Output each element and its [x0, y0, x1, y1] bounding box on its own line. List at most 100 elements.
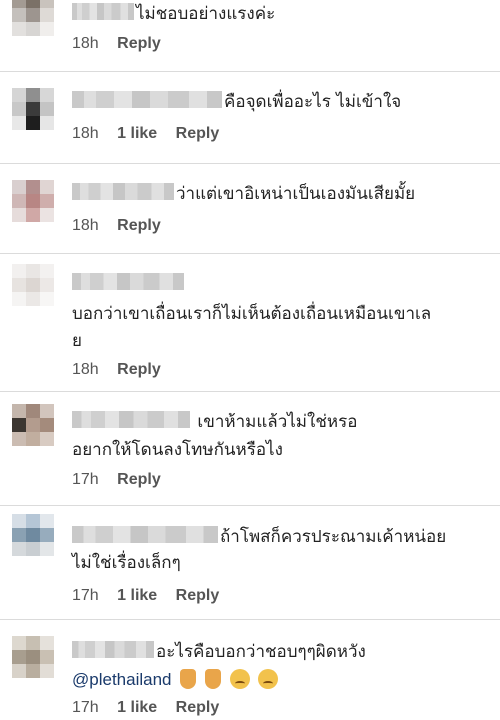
avatar-pixel — [40, 636, 54, 650]
avatar-pixel — [40, 650, 54, 664]
avatar-pixel — [40, 116, 54, 130]
avatar-pixel — [12, 514, 26, 528]
comment-meta: 18h 1 like Reply — [72, 122, 486, 146]
avatar-pixel — [26, 404, 40, 418]
comment-meta: 18h Reply — [72, 32, 486, 56]
comment-text-line: บอกว่าเขาเถื่อนเราก็ไม่เห็นต้องเถื่อนเหม… — [72, 304, 432, 324]
avatar-pixel — [40, 404, 54, 418]
blurred-username[interactable] — [72, 183, 174, 200]
comment-meta: 18h Reply — [72, 214, 486, 238]
avatar-pixel — [26, 116, 40, 130]
avatar-pixel — [26, 8, 40, 22]
blurred-username[interactable] — [72, 641, 154, 658]
comment-text-line: @plethailand — [72, 666, 486, 694]
blurred-username[interactable] — [72, 91, 222, 108]
avatar-pixel — [12, 180, 26, 194]
reply-button[interactable]: Reply — [176, 125, 220, 142]
avatar-pixel — [26, 102, 40, 116]
blurred-username[interactable] — [72, 273, 184, 290]
avatar-pixel — [26, 636, 40, 650]
like-count[interactable]: 1 like — [117, 125, 157, 142]
avatar-pixel — [26, 432, 40, 446]
reply-button[interactable]: Reply — [117, 361, 161, 378]
avatar-pixel — [40, 102, 54, 116]
avatar-pixel — [12, 0, 26, 8]
avatar-pixel — [12, 264, 26, 278]
pouting-face-icon — [229, 669, 250, 689]
like-count[interactable]: 1 like — [117, 699, 157, 716]
comment-text: คือจุดเพื่ออะไร ไม่เข้าใจ — [72, 86, 486, 118]
avatar-pixel — [40, 514, 54, 528]
avatar[interactable] — [12, 180, 54, 222]
avatar-pixel — [26, 194, 40, 208]
comment-time: 17h — [72, 587, 99, 604]
comment-text: ว่าแต่เขาอิเหน่าเป็นเองมันเสียมั้ย — [72, 178, 486, 210]
avatar-pixel — [12, 278, 26, 292]
avatar[interactable] — [12, 514, 54, 556]
avatar-pixel — [12, 542, 26, 556]
avatar[interactable] — [12, 404, 54, 446]
comment-text-line: ถ้าโพสก็ควรประณามเค้าหน่อย — [72, 524, 486, 550]
reply-button[interactable]: Reply — [176, 699, 220, 716]
comment-2: คือจุดเพื่ออะไร ไม่เข้าใจ 18h 1 like Rep… — [0, 72, 500, 164]
avatar-pixel — [12, 650, 26, 664]
reply-button[interactable]: Reply — [117, 217, 161, 234]
like-count[interactable]: 1 like — [117, 587, 157, 604]
comment-time: 18h — [72, 125, 99, 142]
avatar-pixel — [40, 264, 54, 278]
comment-text: ไม่ชอบอย่างแรงค่ะ — [72, 0, 486, 30]
avatar[interactable] — [12, 88, 54, 130]
avatar-pixel — [26, 418, 40, 432]
avatar-pixel — [40, 418, 54, 432]
blurred-username[interactable] — [72, 411, 190, 428]
avatar-pixel — [40, 528, 54, 542]
avatar-pixel — [40, 278, 54, 292]
comment-time: 17h — [72, 699, 99, 716]
reply-button[interactable]: Reply — [176, 587, 220, 604]
avatar-pixel — [12, 404, 26, 418]
avatar-pixel — [40, 292, 54, 306]
avatar[interactable] — [12, 0, 54, 36]
comment-time: 18h — [72, 361, 99, 378]
avatar-pixel — [12, 528, 26, 542]
avatar-pixel — [40, 432, 54, 446]
avatar[interactable] — [12, 636, 54, 678]
blurred-username[interactable] — [72, 526, 218, 543]
thumb-down-icon — [204, 669, 221, 689]
avatar[interactable] — [12, 264, 54, 306]
avatar-pixel — [12, 418, 26, 432]
avatar-pixel — [12, 22, 26, 36]
avatar-pixel — [40, 542, 54, 556]
comment-time: 18h — [72, 35, 99, 52]
comment-username-line — [72, 268, 486, 300]
comment-time: 18h — [72, 217, 99, 234]
pouting-face-icon — [258, 669, 279, 689]
reply-button[interactable]: Reply — [117, 471, 161, 488]
comment-6: ถ้าโพสก็ควรประณามเค้าหน่อย ไม่ใช่เรื่องเ… — [0, 506, 500, 620]
avatar-pixel — [26, 542, 40, 556]
blurred-username[interactable] — [72, 3, 134, 20]
avatar-pixel — [26, 650, 40, 664]
avatar-pixel — [26, 292, 40, 306]
avatar-pixel — [40, 664, 54, 678]
comment-time: 17h — [72, 471, 99, 488]
comment-1: ไม่ชอบอย่างแรงค่ะ 18h Reply — [0, 0, 500, 72]
comment-7: อะไรคือบอกว่าชอบๆๆผิดหวัง @plethailand 1… — [0, 620, 500, 720]
comment-text-line: เขาห้ามแล้วไม่ใช่หรอ — [72, 408, 486, 436]
avatar-pixel — [12, 116, 26, 130]
comment-text-line: ไม่ใช่เรื่องเล็กๆ — [72, 553, 181, 573]
comment-5: เขาห้ามแล้วไม่ใช่หรอ อยากให้โดนลงโทษกันห… — [0, 392, 500, 506]
avatar-pixel — [26, 664, 40, 678]
avatar-pixel — [12, 208, 26, 222]
comment-text-line: อะไรคือบอกว่าชอบๆๆผิดหวัง — [72, 638, 486, 666]
mention-link[interactable]: @plethailand — [72, 670, 172, 689]
avatar-pixel — [26, 278, 40, 292]
avatar-pixel — [12, 636, 26, 650]
reply-button[interactable]: Reply — [117, 35, 161, 52]
avatar-pixel — [26, 528, 40, 542]
avatar-pixel — [12, 8, 26, 22]
comment-meta: 17h 1 like Reply — [72, 584, 486, 608]
avatar-pixel — [26, 514, 40, 528]
comment-meta: 17h 1 like Reply — [72, 696, 486, 720]
avatar-pixel — [26, 0, 40, 8]
